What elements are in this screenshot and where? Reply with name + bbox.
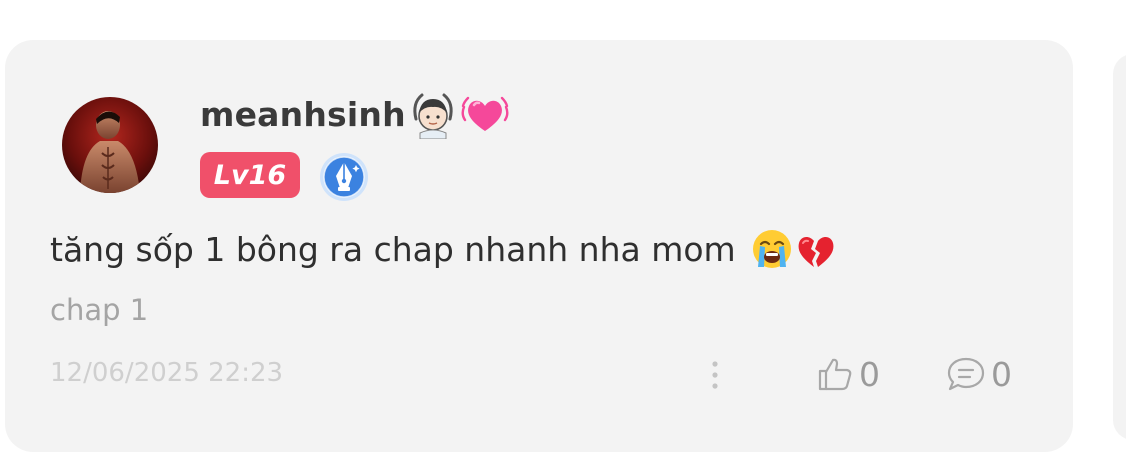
beating-heart-icon: [460, 89, 510, 139]
avatar-photo: [62, 97, 158, 193]
username[interactable]: meanhsinh: [200, 95, 406, 134]
comment-text-row: tăng sốp 1 bông ra chap nhanh nha mom: [50, 222, 838, 276]
like-button[interactable]: 0: [815, 352, 880, 396]
thumbs-up-icon: [818, 358, 852, 391]
pen-nib-badge-icon: [318, 151, 370, 203]
comment-text: tăng sốp 1 bông ra chap nhanh nha mom: [50, 229, 736, 269]
reply-button[interactable]: 0: [945, 352, 1012, 396]
avatar[interactable]: [62, 97, 158, 193]
crying-face-icon: [750, 227, 794, 271]
username-row: meanhsinh: [200, 89, 510, 140]
comment-screen: meanhsinh Lv16 tăng sốp 1 bông ra chap n…: [0, 0, 1126, 454]
chapter-label[interactable]: chap 1: [50, 293, 148, 327]
reply-count: 0: [991, 354, 1012, 394]
broken-heart-icon: [794, 227, 838, 271]
comment-bubble-icon: [947, 357, 985, 391]
like-count: 0: [859, 354, 880, 394]
next-comment-card-edge: [1113, 54, 1126, 440]
vertical-dots-icon: [712, 361, 718, 389]
more-options-button[interactable]: [700, 356, 730, 396]
person-gesturing-ok-icon: [408, 89, 458, 140]
timestamp: 12/06/2025 22:23: [50, 358, 284, 388]
level-badge: Lv16: [200, 152, 300, 198]
